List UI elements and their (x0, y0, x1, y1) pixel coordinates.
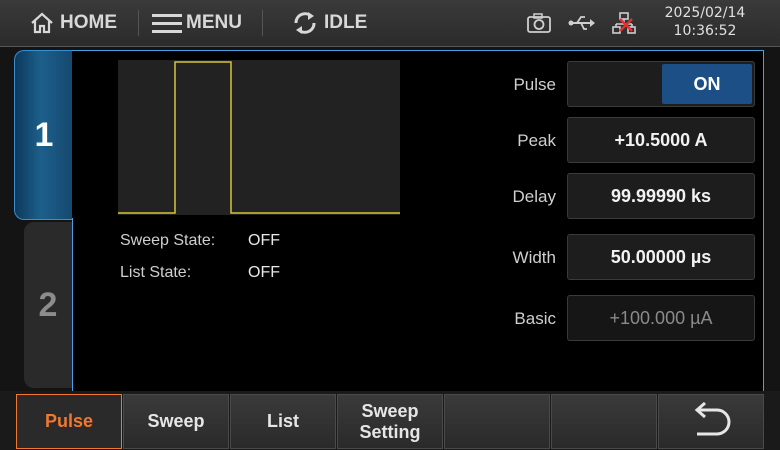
run-status: IDLE (292, 0, 367, 46)
softkey-back[interactable] (658, 394, 764, 449)
divider (262, 10, 263, 36)
datetime: 2025/02/14 10:36:52 (650, 4, 760, 40)
date-text: 2025/02/14 (664, 5, 746, 21)
divider (138, 10, 139, 36)
pulse-waveform-preview (118, 60, 400, 215)
softkey-list[interactable]: List (230, 394, 336, 449)
refresh-icon (292, 11, 318, 35)
softkey-sweep-setting[interactable]: Sweep Setting (337, 394, 443, 449)
status-label: IDLE (324, 12, 368, 33)
delay-field[interactable]: 99.99990 ks (567, 173, 755, 219)
pulse-toggle[interactable]: ON (567, 61, 755, 107)
usb-icon (568, 0, 596, 46)
pulse-toggle-on: ON (662, 64, 752, 104)
home-label: HOME (60, 12, 117, 33)
home-icon (30, 12, 54, 34)
sweep-state-value: OFF (248, 232, 280, 249)
tab-channel-2[interactable]: 2 (24, 222, 72, 388)
basic-field: +100.000 µA (567, 295, 755, 341)
softkey-sweep-setting-label: Sweep Setting (359, 400, 421, 442)
menu-label: MENU (186, 12, 242, 33)
tab-label: 1 (34, 115, 54, 154)
top-bar: HOME MENU IDLE 2025/02/14 10:36:52 (0, 0, 780, 47)
softkey-pulse[interactable]: Pulse (16, 394, 122, 449)
camera-icon[interactable] (527, 0, 551, 46)
hamburger-icon (152, 12, 182, 34)
list-state-label: List State: (120, 264, 192, 281)
delay-label: Delay (512, 187, 556, 206)
sweep-state-label: Sweep State: (120, 232, 216, 249)
softkey-sweep[interactable]: Sweep (123, 394, 229, 449)
menu-button[interactable]: MENU (152, 0, 242, 46)
width-label: Width (512, 248, 556, 267)
panel-border (72, 218, 73, 391)
back-arrow-icon (689, 401, 733, 441)
width-field[interactable]: 50.00000 µs (567, 234, 755, 280)
softkey-empty-6 (551, 394, 657, 449)
peak-label: Peak (517, 131, 556, 150)
tab-label: 2 (38, 285, 58, 324)
tab-channel-1[interactable]: 1 (14, 50, 73, 220)
time-text: 10:36:52 (673, 23, 737, 39)
softkey-empty-5 (444, 394, 550, 449)
pulse-label: Pulse (513, 75, 556, 94)
peak-field[interactable]: +10.5000 A (567, 117, 755, 163)
list-state-value: OFF (248, 264, 280, 281)
waveform-graphic (118, 61, 400, 214)
home-button[interactable]: HOME (30, 0, 117, 46)
network-disconnected-icon (612, 0, 636, 46)
basic-label: Basic (514, 309, 556, 328)
